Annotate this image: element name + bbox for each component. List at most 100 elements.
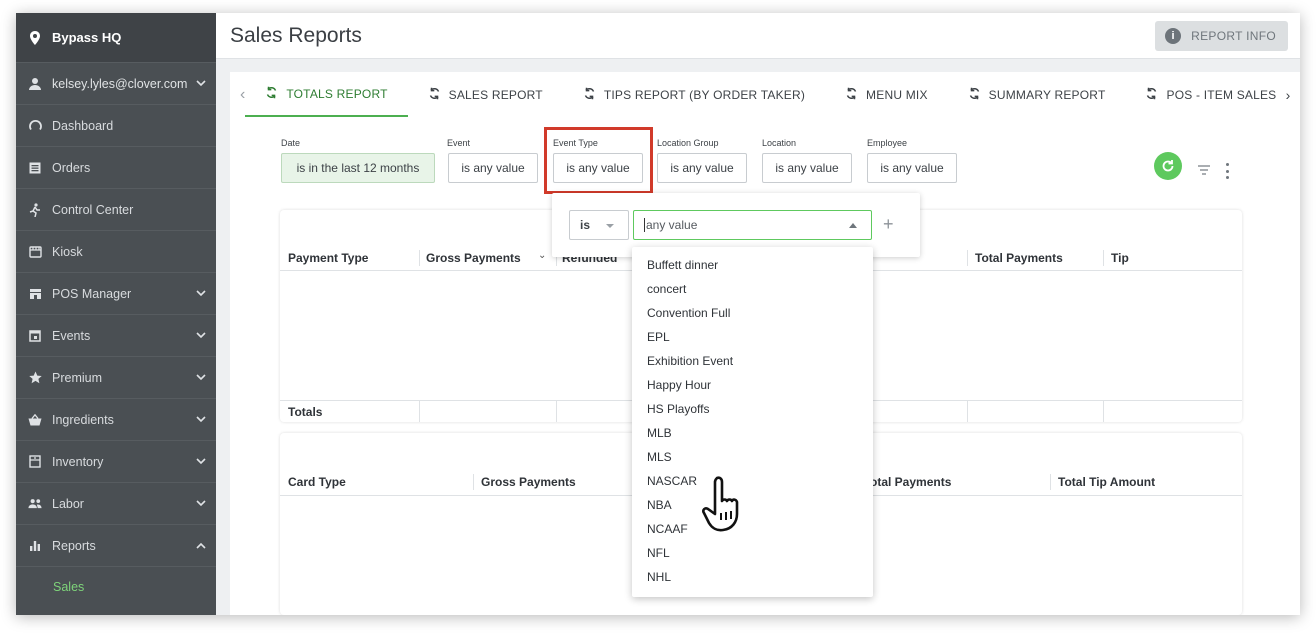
report-tabs: ‹ TOTALS REPORT SALES REPORT TIPS REPORT… xyxy=(230,72,1300,117)
filter-label-location-group: Location Group xyxy=(657,138,719,148)
list-item[interactable]: Exhibition Event xyxy=(632,349,873,373)
tab-totals-report[interactable]: TOTALS REPORT xyxy=(245,72,408,117)
chevron-down-icon xyxy=(196,373,206,383)
tabs-scroll-right-icon[interactable]: › xyxy=(1276,72,1300,117)
list-item[interactable]: EPL xyxy=(632,325,873,349)
chevron-down-icon xyxy=(196,331,206,341)
tab-tips-report[interactable]: TIPS REPORT (BY ORDER TAKER) xyxy=(563,72,825,117)
filter-date-value[interactable]: is in the last 12 months xyxy=(281,153,435,183)
add-condition-icon[interactable]: + xyxy=(883,214,894,235)
chevron-down-icon xyxy=(196,499,206,509)
tab-menu-mix[interactable]: MENU MIX xyxy=(825,72,948,117)
app-window: Bypass HQ kelsey.lyles@clover.com Dashbo… xyxy=(16,13,1300,615)
filter-location-value[interactable]: is any value xyxy=(762,153,852,183)
chevron-up-icon xyxy=(196,541,206,551)
location-header[interactable]: Bypass HQ xyxy=(16,13,216,63)
sidebar-item-reports[interactable]: Reports xyxy=(16,525,216,567)
sidebar-item-label: Labor xyxy=(52,496,84,511)
sidebar: Bypass HQ kelsey.lyles@clover.com Dashbo… xyxy=(16,13,216,615)
list-item[interactable]: HS Playoffs xyxy=(632,397,873,421)
orders-icon xyxy=(28,161,42,175)
filter-label-event: Event xyxy=(447,138,471,148)
column-header: otal Payments xyxy=(870,475,952,489)
sidebar-item-dashboard[interactable]: Dashboard xyxy=(16,105,216,147)
report-info-label: REPORT INFO xyxy=(1191,28,1276,43)
operator-select[interactable]: is xyxy=(569,210,629,240)
list-item[interactable]: Convention Full xyxy=(632,301,873,325)
sidebar-item-label: Orders xyxy=(52,160,91,175)
column-header: Payment Type xyxy=(288,251,369,265)
pos-icon xyxy=(28,287,42,301)
sidebar-item-label: Reports xyxy=(52,538,96,553)
event-type-highlight xyxy=(544,127,653,194)
chevron-down-icon xyxy=(196,289,206,299)
sidebar-item-orders[interactable]: Orders xyxy=(16,147,216,189)
refresh-icon xyxy=(845,87,858,103)
tab-label: TOTALS REPORT xyxy=(286,86,388,101)
refresh-icon xyxy=(1162,160,1174,172)
refresh-icon xyxy=(1145,87,1158,103)
text-cursor xyxy=(644,218,645,232)
column-header: Gross Payments xyxy=(481,475,576,489)
list-item[interactable]: MLB xyxy=(632,421,873,445)
filter-event-value[interactable]: is any value xyxy=(448,153,538,183)
event-type-search-input[interactable]: any value xyxy=(633,210,872,240)
sidebar-item-label: Ingredients xyxy=(52,412,114,427)
sidebar-item-labor[interactable]: Labor xyxy=(16,483,216,525)
list-item[interactable]: concert xyxy=(632,277,873,301)
tab-label: SUMMARY REPORT xyxy=(988,87,1106,102)
filter-label-date: Date xyxy=(281,138,301,148)
sidebar-subitem-sales[interactable]: Sales xyxy=(16,567,216,607)
column-header: Total Tip Amount xyxy=(1058,475,1156,489)
list-item[interactable]: Buffett dinner xyxy=(632,253,873,277)
calendar-icon xyxy=(28,329,42,343)
tab-sales-report[interactable]: SALES REPORT xyxy=(408,72,563,117)
refresh-icon xyxy=(428,87,441,103)
sidebar-item-premium[interactable]: Premium xyxy=(16,357,216,399)
sidebar-item-kiosk[interactable]: Kiosk xyxy=(16,231,216,273)
sidebar-item-ingredients[interactable]: Ingredients xyxy=(16,399,216,441)
more-vert-icon[interactable] xyxy=(1224,163,1230,179)
sidebar-item-pos-manager[interactable]: POS Manager xyxy=(16,273,216,315)
chevron-down-icon xyxy=(196,415,206,425)
sidebar-item-label: Control Center xyxy=(52,202,134,217)
location-name: Bypass HQ xyxy=(52,30,122,45)
list-item[interactable]: NFL xyxy=(632,541,873,565)
refresh-icon xyxy=(265,86,278,102)
filter-label-employee: Employee xyxy=(867,138,908,148)
refresh-icon xyxy=(968,87,981,103)
dashboard-icon xyxy=(28,119,42,133)
totals-label: Totals xyxy=(288,405,323,419)
sidebar-item-control-center[interactable]: Control Center xyxy=(16,189,216,231)
filter-employee-value[interactable]: is any value xyxy=(867,153,957,183)
list-item[interactable]: Happy Hour xyxy=(632,373,873,397)
column-header: Total Payments xyxy=(975,251,1063,265)
tab-pos-item-sales[interactable]: POS - ITEM SALES BY L xyxy=(1125,72,1300,117)
filter-location-group-value[interactable]: is any value xyxy=(657,153,747,183)
people-icon xyxy=(28,497,42,511)
column-header: Gross Payments xyxy=(426,251,521,265)
filter-lines-icon[interactable] xyxy=(1197,163,1213,179)
kiosk-icon xyxy=(28,245,42,259)
sidebar-item-label: Premium xyxy=(52,370,103,385)
input-placeholder: any value xyxy=(646,218,698,232)
star-icon xyxy=(28,371,42,385)
bar-chart-icon xyxy=(28,539,42,553)
sidebar-item-inventory[interactable]: Inventory xyxy=(16,441,216,483)
report-info-button[interactable]: i REPORT INFO xyxy=(1155,20,1288,51)
sort-down-icon[interactable]: ⌄ xyxy=(538,250,546,261)
user-email: kelsey.lyles@clover.com xyxy=(52,76,188,91)
run-report-button[interactable] xyxy=(1154,152,1182,180)
user-menu[interactable]: kelsey.lyles@clover.com xyxy=(16,63,216,105)
chevron-down-icon xyxy=(196,457,206,467)
sidebar-item-events[interactable]: Events xyxy=(16,315,216,357)
page-title: Sales Reports xyxy=(230,23,362,47)
refresh-icon xyxy=(583,87,596,103)
list-item[interactable]: MLS xyxy=(632,445,873,469)
filter-label-location: Location xyxy=(762,138,797,148)
event-type-options-list: Buffett dinner concert Convention Full E… xyxy=(632,247,873,597)
tab-summary-report[interactable]: SUMMARY REPORT xyxy=(948,72,1126,117)
inventory-icon xyxy=(28,455,42,469)
column-header: Card Type xyxy=(288,475,346,489)
list-item[interactable]: NHL xyxy=(632,565,873,589)
